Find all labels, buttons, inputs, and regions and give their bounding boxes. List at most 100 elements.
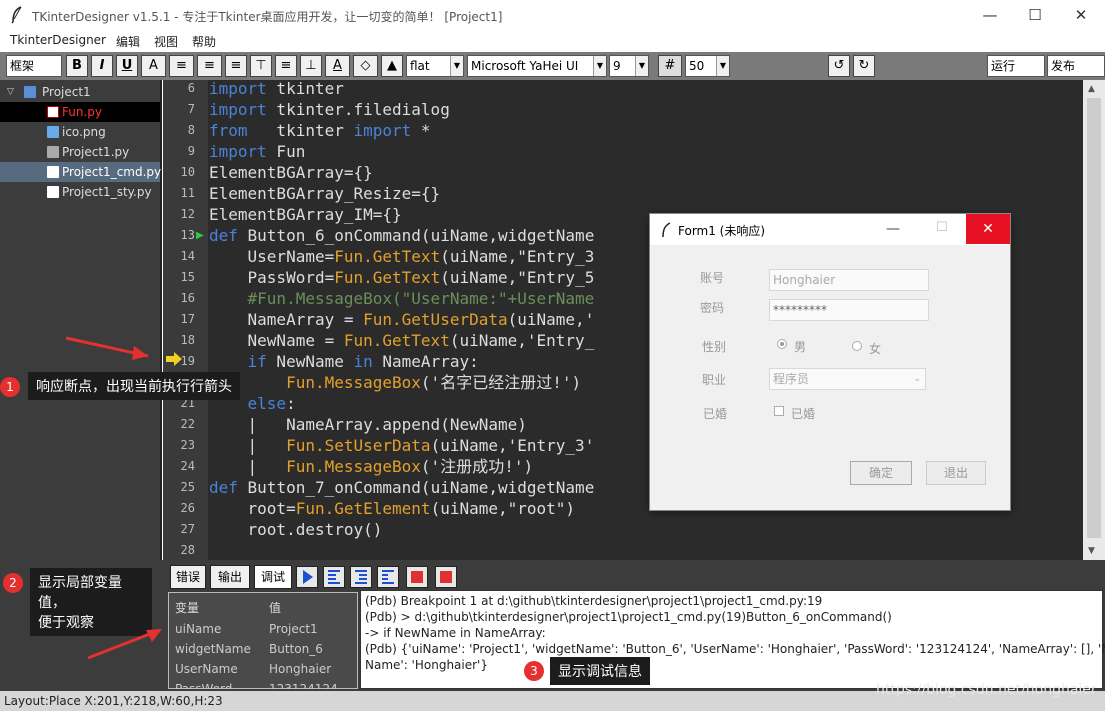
- step-into-icon[interactable]: [350, 566, 372, 588]
- tree-root[interactable]: ▽ Project1: [0, 82, 160, 102]
- minimize-button[interactable]: —: [886, 221, 900, 237]
- maximize-button[interactable]: ☐: [936, 220, 948, 235]
- bold-button[interactable]: B: [66, 55, 88, 77]
- undo-icon[interactable]: ↺: [828, 55, 850, 77]
- run-button[interactable]: 运行: [987, 55, 1045, 77]
- tab-debug[interactable]: 调试: [254, 565, 292, 589]
- tree-item-label: Project1_cmd.py: [62, 165, 162, 179]
- image-icon[interactable]: ▲: [381, 55, 403, 77]
- step-over-icon[interactable]: [323, 566, 345, 588]
- title-bar: TKinterDesigner v1.5.1 - 专注于Tkinter桌面应用开…: [0, 0, 1105, 31]
- console-line: (Pdb) Breakpoint 1 at d:\github\tkinterd…: [365, 594, 823, 608]
- font-select[interactable]: Microsoft YaHei UI ▼: [467, 55, 607, 77]
- male-radio[interactable]: [777, 339, 787, 349]
- step-out-icon[interactable]: [377, 566, 399, 588]
- project-tree: ▽ Project1 Fun.py ico.png Project1.py Pr…: [0, 80, 162, 560]
- line-number: 18: [180, 333, 195, 347]
- align-right-icon[interactable]: ≡: [225, 55, 247, 77]
- italic-button[interactable]: I: [91, 55, 113, 77]
- relief-select[interactable]: flat ▼: [406, 55, 464, 77]
- scroll-up-icon[interactable]: ▲: [1088, 84, 1095, 94]
- close-button[interactable]: ✕: [1058, 0, 1104, 31]
- code-line: Fun.MessageBox('名字已经注册过!'): [286, 373, 582, 392]
- line-number: 25: [180, 480, 195, 494]
- code-line: #Fun.MessageBox("UserName:"+UserName: [209, 289, 595, 308]
- tree-item-project1-cmd[interactable]: Project1_cmd.py: [0, 162, 162, 182]
- frame-select[interactable]: 框架: [6, 55, 62, 77]
- female-radio[interactable]: [852, 341, 862, 351]
- tree-item-fun[interactable]: Fun.py: [0, 102, 160, 122]
- frame-select-value: 框架: [10, 59, 35, 73]
- fill-color-icon[interactable]: ◇: [353, 55, 378, 77]
- window-title: TKinterDesigner v1.5.1 - 专注于Tkinter桌面应用开…: [32, 10, 503, 24]
- tab-errors[interactable]: 错误: [170, 565, 206, 589]
- chevron-down-icon: ▽: [7, 87, 14, 97]
- var-name: UserName: [175, 662, 238, 676]
- breakpoint-marker-icon: ▶: [196, 230, 204, 241]
- line-number: 28: [180, 543, 195, 557]
- align-middle-icon[interactable]: ≡: [275, 55, 297, 77]
- tab-output[interactable]: 输出: [210, 565, 250, 589]
- grid-icon[interactable]: #: [658, 55, 682, 77]
- publish-button[interactable]: 发布: [1047, 55, 1105, 77]
- align-center-icon[interactable]: ≡: [197, 55, 222, 77]
- text-color-icon[interactable]: A: [325, 55, 350, 77]
- line-number: 23: [180, 438, 195, 452]
- married-check-label: 已婚: [791, 407, 816, 421]
- align-top-icon[interactable]: ⊤: [250, 55, 272, 77]
- line-number: 26: [180, 501, 195, 515]
- console-line: (Pdb) {'uiName': 'Project1', 'widgetName…: [365, 642, 1105, 656]
- tree-item-project1-sty[interactable]: Project1_sty.py: [0, 182, 160, 202]
- minimize-button[interactable]: —: [967, 0, 1013, 31]
- align-bottom-icon[interactable]: ⊥: [300, 55, 322, 77]
- job-select[interactable]: 程序员 ⌄: [769, 368, 926, 390]
- annotation-badge: 1: [0, 377, 20, 397]
- married-checkbox[interactable]: [774, 406, 784, 416]
- code-line: import Fun: [209, 142, 306, 161]
- job-select-value: 程序员: [773, 372, 810, 386]
- male-label: 男: [794, 340, 807, 354]
- line-number: 16: [180, 291, 195, 305]
- underline-button[interactable]: U: [116, 55, 138, 77]
- ok-button[interactable]: 确定: [850, 461, 912, 485]
- var-value: Button_6: [269, 642, 323, 656]
- menu-bar: TkinterDesigner 编辑 视图 帮助: [0, 31, 1105, 52]
- gender-label: 性别: [702, 340, 727, 354]
- feather-icon: [11, 6, 22, 24]
- continue-icon[interactable]: [296, 566, 318, 588]
- console-line: Name': 'Honghaier'}: [365, 658, 488, 672]
- exit-button[interactable]: 退出: [926, 461, 986, 485]
- tree-item-ico[interactable]: ico.png: [0, 122, 160, 142]
- code-line: UserName=Fun.GetText(uiName,"Entry_3: [209, 247, 595, 266]
- password-label: 密码: [700, 301, 725, 315]
- password-field[interactable]: *********: [769, 299, 929, 321]
- relief-select-value: flat: [410, 59, 430, 73]
- menu-view[interactable]: 视图: [154, 33, 178, 50]
- close-button[interactable]: ✕: [966, 214, 1010, 244]
- maximize-button[interactable]: ☐: [1012, 0, 1058, 31]
- restart-icon[interactable]: [406, 566, 428, 588]
- menu-tkinterdesigner[interactable]: TkinterDesigner: [10, 33, 106, 47]
- scroll-thumb[interactable]: [1087, 98, 1101, 538]
- scroll-down-icon[interactable]: ▼: [1088, 546, 1095, 556]
- redo-icon[interactable]: ↻: [853, 55, 875, 77]
- menu-help[interactable]: 帮助: [192, 33, 216, 50]
- variables-table: 变量 值 uiName Project1 widgetName Button_6…: [168, 592, 358, 689]
- account-field[interactable]: Honghaier: [769, 269, 929, 291]
- chevron-down-icon: ⌄: [913, 374, 921, 384]
- image-file-icon: [47, 126, 59, 138]
- align-left-icon[interactable]: ≡: [169, 55, 194, 77]
- menu-edit[interactable]: 编辑: [116, 33, 140, 50]
- font-button[interactable]: A: [141, 55, 166, 77]
- code-line: ElementBGArray={}: [209, 163, 373, 182]
- debug-console[interactable]: (Pdb) Breakpoint 1 at d:\github\tkinterd…: [360, 590, 1105, 689]
- tree-item-project1[interactable]: Project1.py: [0, 142, 160, 162]
- console-line: (Pdb) > d:\github\tkinterdesigner\projec…: [365, 610, 892, 624]
- code-line: NewName = Fun.GetText(uiName,'Entry_: [209, 331, 595, 350]
- stop-icon[interactable]: [435, 566, 457, 588]
- size-select[interactable]: 9 ▼: [609, 55, 649, 77]
- editor-scrollbar[interactable]: ▲ ▼: [1083, 80, 1105, 560]
- tree-item-label: Fun.py: [62, 105, 102, 119]
- grid-size-select[interactable]: 50 ▼: [685, 55, 730, 77]
- var-name: widgetName: [175, 642, 251, 656]
